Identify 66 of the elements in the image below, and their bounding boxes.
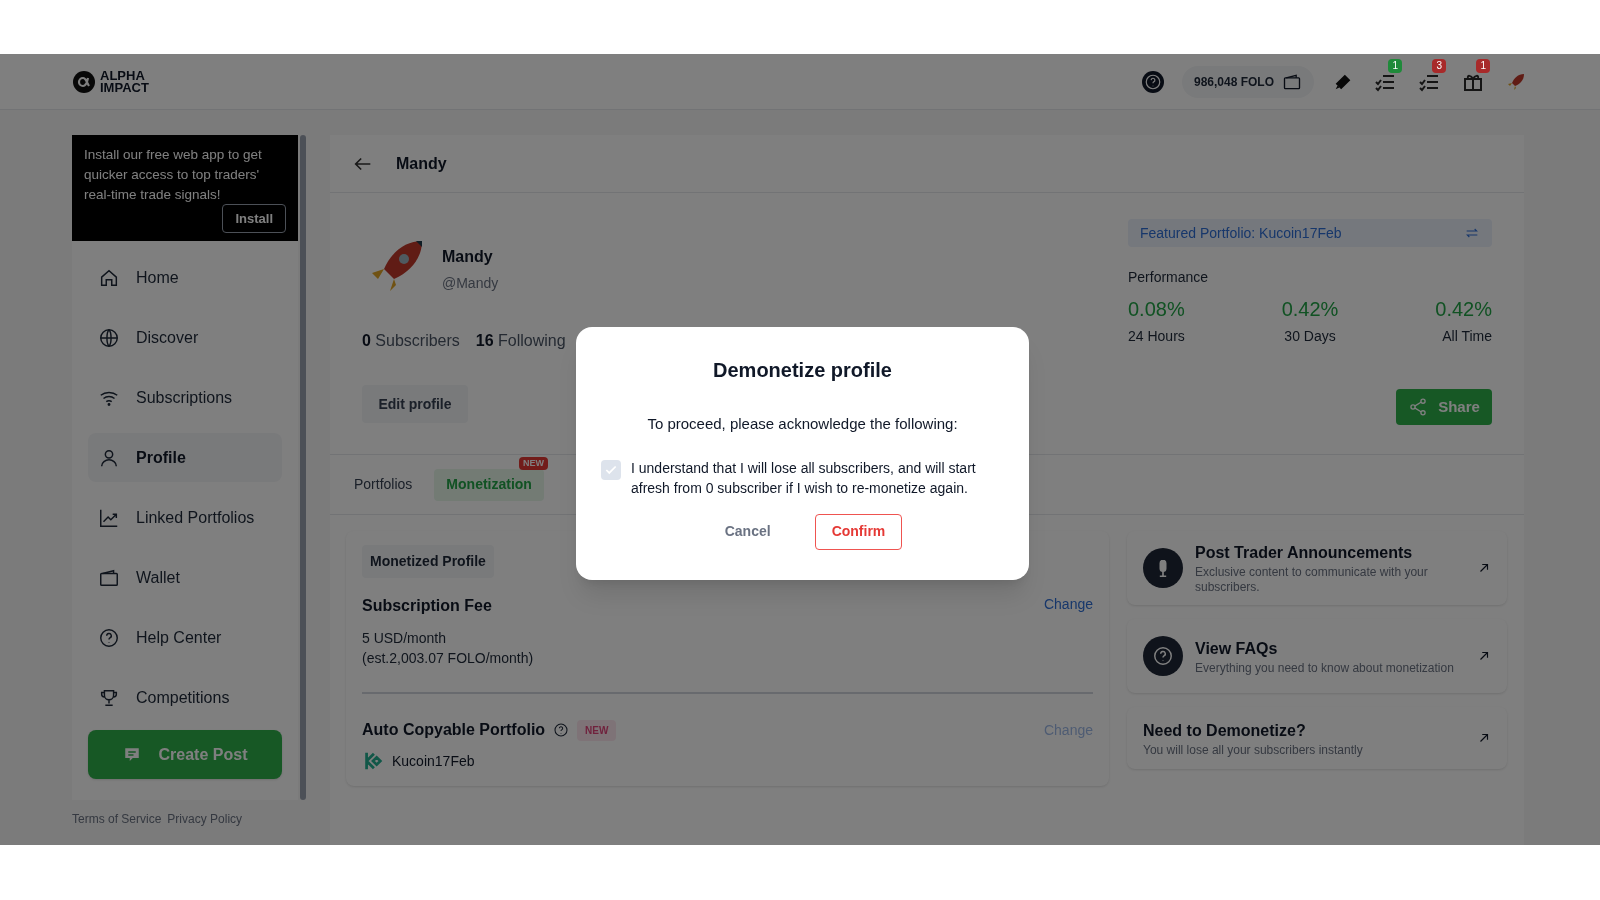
card-title: View FAQs bbox=[1195, 638, 1279, 659]
performance-value: 0.08% bbox=[1128, 297, 1185, 322]
profile-handle: @Mandy bbox=[442, 273, 499, 293]
portfolio-name: Kucoin17Feb bbox=[392, 751, 475, 771]
page-title: Mandy bbox=[396, 153, 447, 174]
checkbox-label: I understand that I will lose all subscribers, and will start afresh from 0 subscriber if I wish to re-monetize again. bbox=[631, 458, 977, 498]
footer-link[interactable]: Terms of Service bbox=[72, 810, 162, 828]
help-icon bbox=[553, 722, 570, 738]
nav-item[interactable]: Help Center bbox=[88, 613, 282, 662]
card-title: Need to Demonetize? bbox=[1143, 720, 1307, 741]
nav-item[interactable]: Discover bbox=[88, 313, 282, 362]
logo-icon bbox=[72, 69, 96, 94]
card-description: Everything you need to know about monetization bbox=[1195, 660, 1455, 676]
nav-item[interactable]: Profile bbox=[88, 433, 282, 482]
performance-period: 24 Hours bbox=[1128, 327, 1185, 346]
card-description: Exclusive content to communicate with your subscribers. bbox=[1195, 565, 1429, 595]
link-card[interactable]: Post Trader Announcements Exclusive content to communicate with your subscribers. bbox=[1127, 531, 1507, 605]
link-card[interactable]: Need to Demonetize? You will lose all your subscribers instantly bbox=[1127, 707, 1507, 769]
following-count: 16 Following bbox=[475, 331, 566, 351]
install-text: Install our free web app to get quicker access to top traders' real-time trade signals! bbox=[84, 146, 263, 204]
balance-pill[interactable]: 986,048 FOLO bbox=[1181, 65, 1314, 98]
new-badge: NEW bbox=[577, 719, 617, 741]
nav-item[interactable]: Home bbox=[88, 253, 282, 302]
performance-value: 0.42% bbox=[1281, 297, 1339, 322]
section-title: Subscription Fee bbox=[362, 596, 492, 616]
modal-intro: To proceed, please acknowledge the following: bbox=[647, 414, 958, 434]
change-link[interactable]: Change bbox=[1043, 594, 1093, 618]
count-badge: 3 bbox=[1432, 58, 1446, 73]
logo-text: ALPHA IMPACT bbox=[100, 69, 150, 94]
profile-name: Mandy bbox=[442, 246, 494, 267]
count-badge: 1 bbox=[1476, 58, 1490, 73]
checkbox[interactable] bbox=[601, 459, 621, 480]
footer-link[interactable]: Privacy Policy bbox=[167, 810, 243, 828]
share-icon bbox=[1408, 397, 1429, 417]
nav-item[interactable]: Wallet bbox=[88, 553, 282, 602]
cancel-button[interactable]: Cancel bbox=[702, 513, 793, 550]
performance-label: Performance bbox=[1128, 268, 1210, 287]
help-icon bbox=[98, 626, 120, 649]
count-badge: 1 bbox=[1388, 58, 1402, 73]
performance-period: 30 Days bbox=[1284, 327, 1336, 346]
section-title: Auto Copyable Portfolio bbox=[362, 720, 546, 740]
card-description: You will lose all your subscribers instantly bbox=[1143, 742, 1364, 758]
featured-portfolio-bar[interactable]: Featured Portfolio: Kucoin17Feb bbox=[1128, 219, 1492, 247]
fee-text: (est.2,003.07 FOLO/month) bbox=[362, 649, 535, 668]
tab[interactable]: Portfolios bbox=[342, 468, 425, 501]
question-mark-icon bbox=[1152, 645, 1174, 667]
help-icon[interactable] bbox=[1141, 70, 1164, 93]
fee-text: 5 USD/month bbox=[362, 629, 448, 648]
status-tag: Monetized Profile bbox=[362, 545, 494, 578]
nav-item[interactable]: Competitions bbox=[88, 673, 282, 722]
exchange-logo-icon bbox=[362, 750, 384, 772]
performance-value: 0.42% bbox=[1435, 297, 1492, 322]
performance-period: All Time bbox=[1442, 327, 1492, 346]
globe-icon bbox=[98, 326, 120, 349]
subscriber-count: 0 Subscribers bbox=[362, 331, 460, 351]
new-badge: NEW bbox=[518, 456, 548, 470]
nav-item[interactable]: Subscriptions bbox=[88, 373, 282, 422]
modal-title: Demonetize profile bbox=[713, 358, 892, 383]
edit-profile-button[interactable]: Edit profile bbox=[362, 385, 468, 423]
install-button[interactable]: Install bbox=[222, 203, 286, 233]
nav-item[interactable]: Linked Portfolios bbox=[88, 493, 282, 542]
question-mark-icon bbox=[1143, 72, 1162, 91]
confirm-button[interactable]: Confirm bbox=[814, 513, 903, 550]
card-title: Post Trader Announcements bbox=[1195, 543, 1414, 563]
link-card[interactable]: View FAQs Everything you need to know about monetization bbox=[1127, 619, 1507, 693]
microphone-glyph-icon bbox=[1159, 559, 1167, 577]
